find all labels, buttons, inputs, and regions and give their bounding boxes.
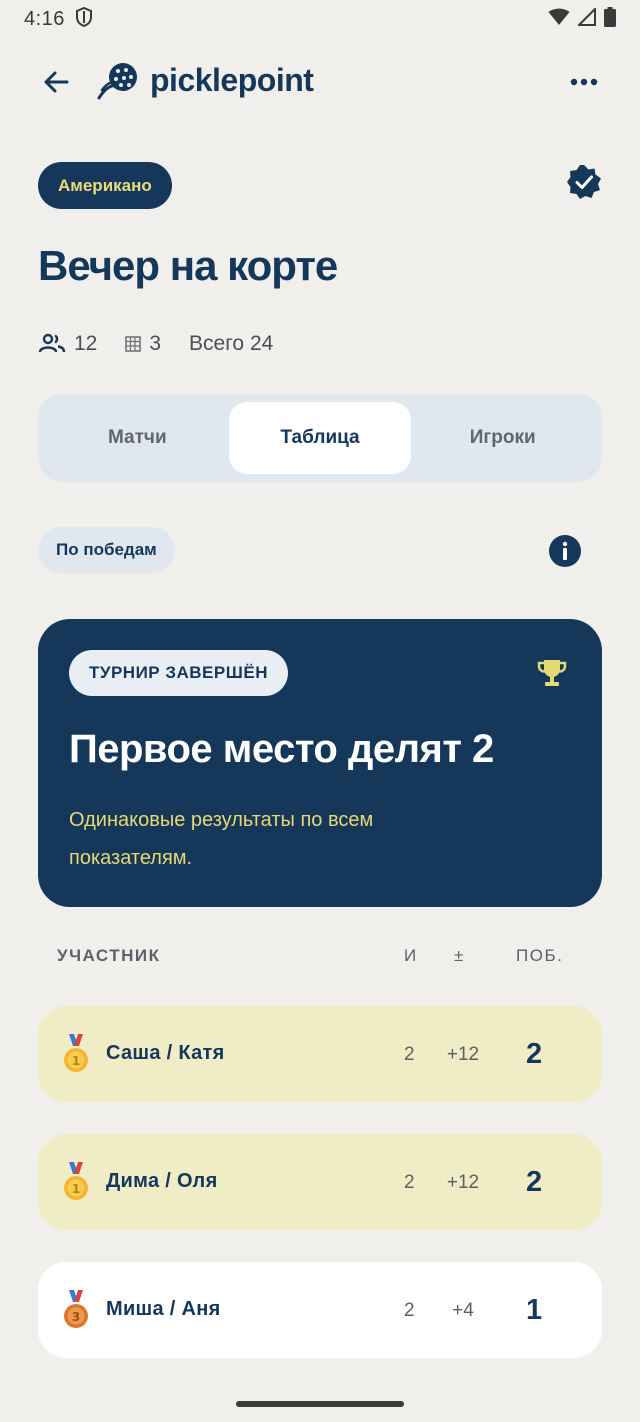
tournament-result-card: ТУРНИР ЗАВЕРШЁН Первое место делят 2 Оди… [38,619,602,907]
tab-players[interactable]: Игроки [411,402,594,474]
app-logo: picklepoint [96,60,314,100]
svg-text:3: 3 [72,1310,80,1324]
svg-text:1: 1 [72,1054,80,1068]
tab-table[interactable]: Таблица [228,402,412,474]
wins-count: 1 [526,1294,543,1326]
trophy-icon [537,660,567,686]
wins-count: 2 [526,1038,543,1070]
more-horizontal-icon [570,78,598,86]
format-badge: Американо [38,162,172,209]
tournament-meta: 12 3 Всего 24 [38,332,301,356]
grid-icon [125,336,142,352]
participant-name: Дима / Оля [106,1170,218,1192]
status-time: 4:16 [24,7,65,30]
header-participant: УЧАСТНИК [57,946,161,965]
page-title: Вечер на корте [38,242,338,289]
svg-text:1: 1 [72,1182,80,1196]
total-value: Всего 24 [189,332,274,355]
standings-row[interactable]: 1 Дима / Оля 2 +12 2 [38,1134,602,1230]
home-indicator[interactable] [236,1401,404,1407]
sort-by-wins-chip[interactable]: По победам [38,527,175,573]
pickleball-icon [97,63,137,100]
wins-count: 2 [526,1166,543,1198]
games-played: 2 [404,1172,415,1193]
app-bar: picklepoint [0,52,640,112]
standings-header: УЧАСТНИК И ± ПОБ. [38,940,602,972]
point-diff: +12 [446,1172,480,1193]
status-bar: 4:16 [0,0,640,38]
header-diff: ± [454,946,465,965]
header-wins: ПОБ. [516,946,564,965]
tournament-status-badge: ТУРНИР ЗАВЕРШЁН [69,650,288,696]
standings-row[interactable]: 3 Миша / Аня 2 +4 1 [38,1262,602,1358]
result-subtitle: Одинаковые результаты по всем показателя… [69,809,374,869]
tab-bar: Матчи Таблица Игроки [38,394,602,482]
total-matches: Всего 24 [189,332,273,356]
players-value: 12 [74,332,98,355]
shield-icon [75,6,93,32]
gold-medal-icon: 1 [64,1162,88,1200]
signal-icon [576,6,596,31]
gold-medal-icon: 1 [64,1034,88,1072]
wifi-icon [548,8,570,31]
info-icon[interactable] [548,534,582,568]
standings-row[interactable]: 1 Саша / Катя 2 +12 2 [38,1006,602,1102]
bronze-medal-icon: 3 [64,1290,88,1328]
more-options-button[interactable] [564,62,604,102]
games-played: 2 [404,1300,415,1321]
courts-count: 3 [125,332,161,356]
back-button[interactable] [36,62,76,102]
courts-value: 3 [149,332,162,355]
verified-icon [567,165,601,199]
players-count: 12 [38,332,97,356]
logo-text: picklepoint [150,61,314,98]
participant-name: Миша / Аня [106,1298,221,1320]
result-title: Первое место делят 2 [69,727,494,771]
point-diff: +4 [452,1300,474,1321]
participant-name: Саша / Катя [106,1042,225,1064]
games-played: 2 [404,1044,415,1065]
battery-icon [604,6,616,32]
group-icon [38,333,66,353]
header-games: И [404,946,418,965]
arrow-back-icon [44,71,69,93]
tab-matches[interactable]: Матчи [46,402,229,474]
point-diff: +12 [446,1044,480,1065]
